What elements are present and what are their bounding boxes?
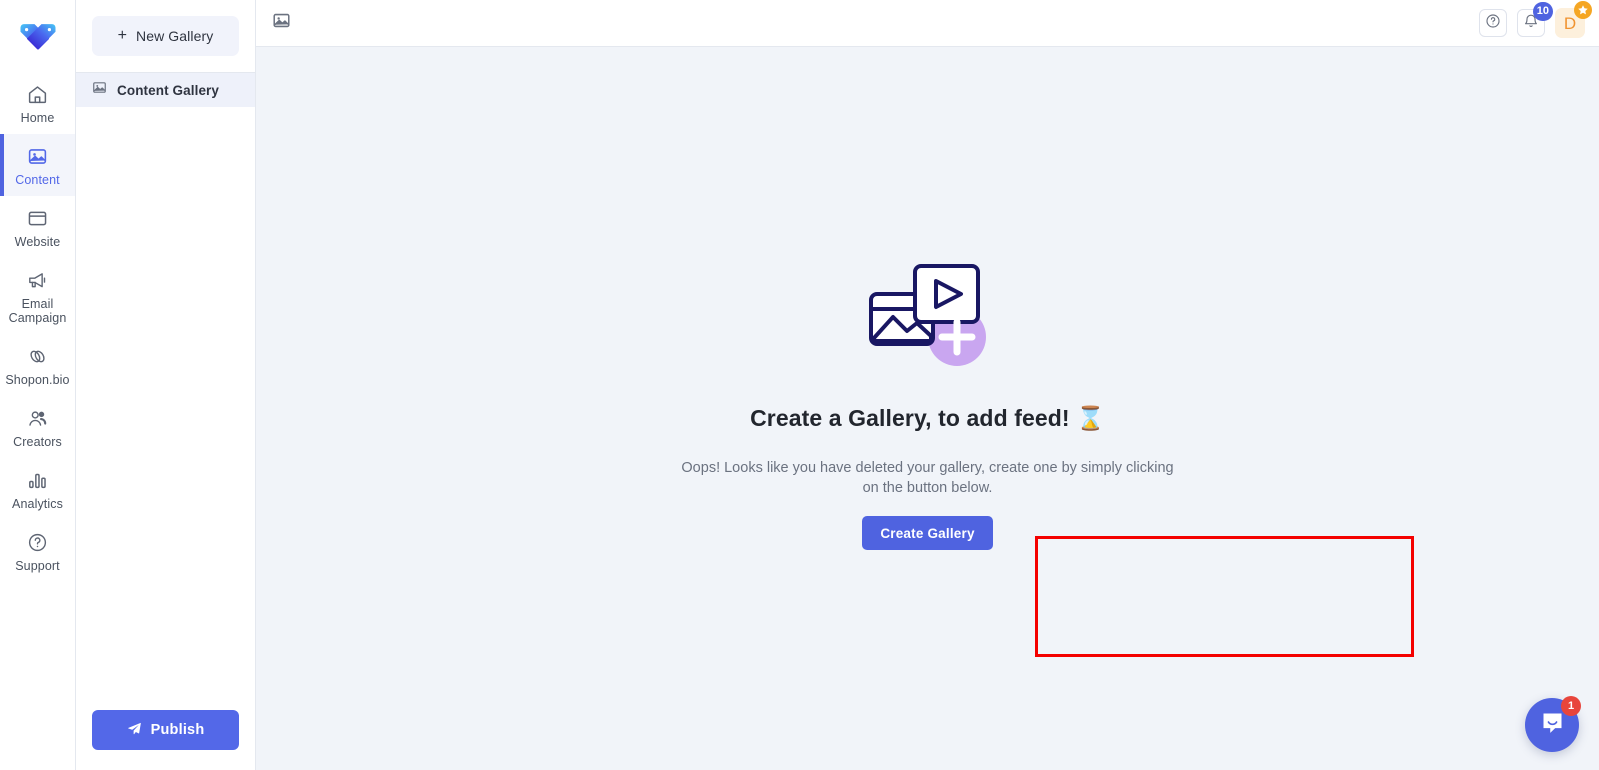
- image-icon: [27, 144, 48, 168]
- content-area: Create a Gallery, to add feed! ⌛ Oops! L…: [256, 47, 1599, 770]
- sidebar-item-support[interactable]: Support: [0, 520, 75, 582]
- star-icon: [1574, 1, 1592, 19]
- rail-items-list: Home Content Website Email Campaign Shop…: [0, 72, 75, 582]
- publish-button[interactable]: Publish: [92, 710, 239, 750]
- sidebar-item-email-campaign[interactable]: Email Campaign: [0, 258, 75, 334]
- topbar-left: [272, 11, 291, 35]
- gallery-list: Content Gallery: [76, 73, 255, 107]
- publish-area: Publish: [76, 696, 255, 770]
- link-chain-icon: [27, 344, 48, 368]
- chat-widget-button[interactable]: 1: [1525, 696, 1581, 752]
- empty-state: Create a Gallery, to add feed! ⌛ Oops! L…: [256, 252, 1599, 550]
- app-root: Home Content Website Email Campaign Shop…: [0, 0, 1599, 770]
- new-gallery-button[interactable]: + New Gallery: [92, 16, 239, 56]
- sidebar-item-label: Creators: [13, 435, 62, 449]
- avatar[interactable]: D: [1555, 1, 1592, 38]
- megaphone-icon: [27, 268, 48, 292]
- bar-chart-icon: [27, 468, 48, 492]
- gallery-list-item-content-gallery[interactable]: Content Gallery: [76, 73, 255, 107]
- plus-icon: +: [117, 27, 127, 44]
- new-gallery-label: New Gallery: [136, 28, 214, 44]
- sidebar-item-label: Shopon.bio: [5, 373, 70, 387]
- create-gallery-button[interactable]: Create Gallery: [862, 516, 993, 550]
- sidebar-item-home[interactable]: Home: [0, 72, 75, 134]
- primary-nav-rail: Home Content Website Email Campaign Shop…: [0, 0, 76, 770]
- sidebar-item-analytics[interactable]: Analytics: [0, 458, 75, 520]
- publish-label: Publish: [150, 722, 205, 738]
- question-circle-icon: [1485, 13, 1501, 34]
- annotation-highlight-rectangle: [1035, 536, 1414, 657]
- help-button[interactable]: [1479, 9, 1507, 37]
- paper-plane-icon: [127, 721, 142, 739]
- chat-unread-badge: 1: [1561, 696, 1581, 716]
- notification-badge: 10: [1532, 2, 1553, 21]
- question-circle-icon: [27, 530, 48, 554]
- sidebar-item-label: Home: [20, 111, 55, 125]
- sidebar-item-label: Analytics: [12, 497, 63, 511]
- chat-bubble-smile-icon: [1539, 709, 1566, 741]
- sidebar-item-label: Content: [15, 173, 60, 187]
- add-media-illustration-icon: [853, 252, 1003, 370]
- app-logo[interactable]: [0, 0, 75, 72]
- people-icon: [27, 406, 48, 430]
- heart-tags-logo-icon: [20, 24, 55, 50]
- sidebar-item-content[interactable]: Content: [0, 134, 75, 196]
- gallery-panel: + New Gallery Content Gallery Publish: [76, 0, 256, 770]
- empty-state-subtitle: Oops! Looks like you have deleted your g…: [681, 460, 1174, 496]
- sidebar-item-label: Website: [14, 235, 61, 249]
- main-column: 10 D Create a Gallery, to add feed! ⌛ Oo…: [256, 0, 1599, 770]
- sidebar-item-website[interactable]: Website: [0, 196, 75, 258]
- notifications-button[interactable]: 10: [1517, 2, 1553, 37]
- sidebar-item-label: Email Campaign: [8, 297, 67, 325]
- gallery-item-label: Content Gallery: [117, 82, 220, 98]
- page-title: Create a Gallery, to add feed! ⌛: [750, 405, 1105, 431]
- browser-window-icon: [27, 206, 48, 230]
- sidebar-item-shopon-bio[interactable]: Shopon.bio: [0, 334, 75, 396]
- home-icon: [27, 82, 48, 106]
- avatar-letter: D: [1563, 13, 1577, 33]
- image-icon: [92, 80, 107, 100]
- topbar-right: 10 D: [1479, 1, 1592, 38]
- cta-area: Create Gallery: [862, 516, 993, 550]
- sidebar-item-creators[interactable]: Creators: [0, 396, 75, 458]
- image-icon[interactable]: [272, 11, 291, 35]
- gallery-panel-top: + New Gallery: [76, 0, 255, 56]
- sidebar-item-label: Support: [15, 559, 60, 573]
- topbar: 10 D: [256, 0, 1599, 47]
